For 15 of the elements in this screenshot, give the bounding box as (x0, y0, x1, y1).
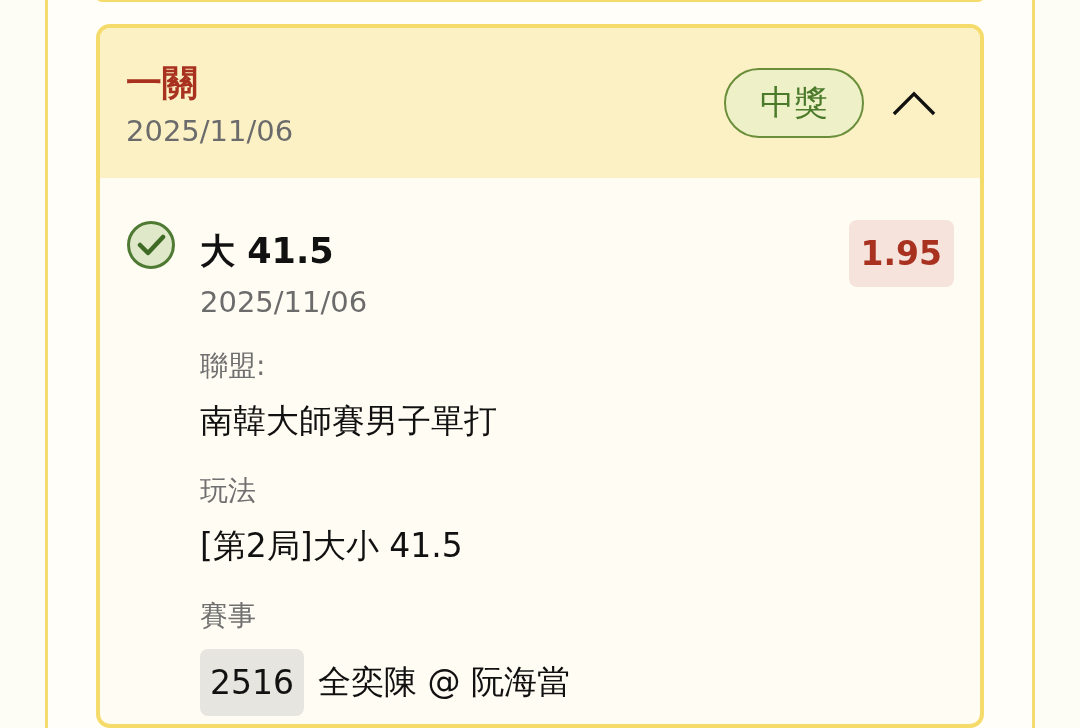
field-value: 全奕陳 @ 阮海當 (318, 661, 570, 703)
match-id-tag: 2516 (200, 649, 304, 716)
selection-text: 大 41.5 (200, 230, 335, 273)
chevron-up-icon[interactable] (892, 90, 936, 116)
field-label: 賽事 (200, 598, 257, 634)
bet-title: 一關 (126, 60, 199, 105)
card-header[interactable]: 一關 2025/11/06 中獎 (100, 28, 980, 178)
odds-badge: 1.95 (848, 220, 954, 287)
leg-date: 2025/11/06 (200, 285, 368, 319)
field-value: [第2局]大小 41.5 (200, 525, 463, 567)
status-badge: 中獎 (724, 68, 864, 138)
field-value: 南韓大師賽男子單打 (200, 400, 497, 442)
field-label: 聯盟: (200, 348, 267, 384)
bet-date: 2025/11/06 (126, 113, 294, 148)
field-label: 玩法 (200, 473, 257, 509)
